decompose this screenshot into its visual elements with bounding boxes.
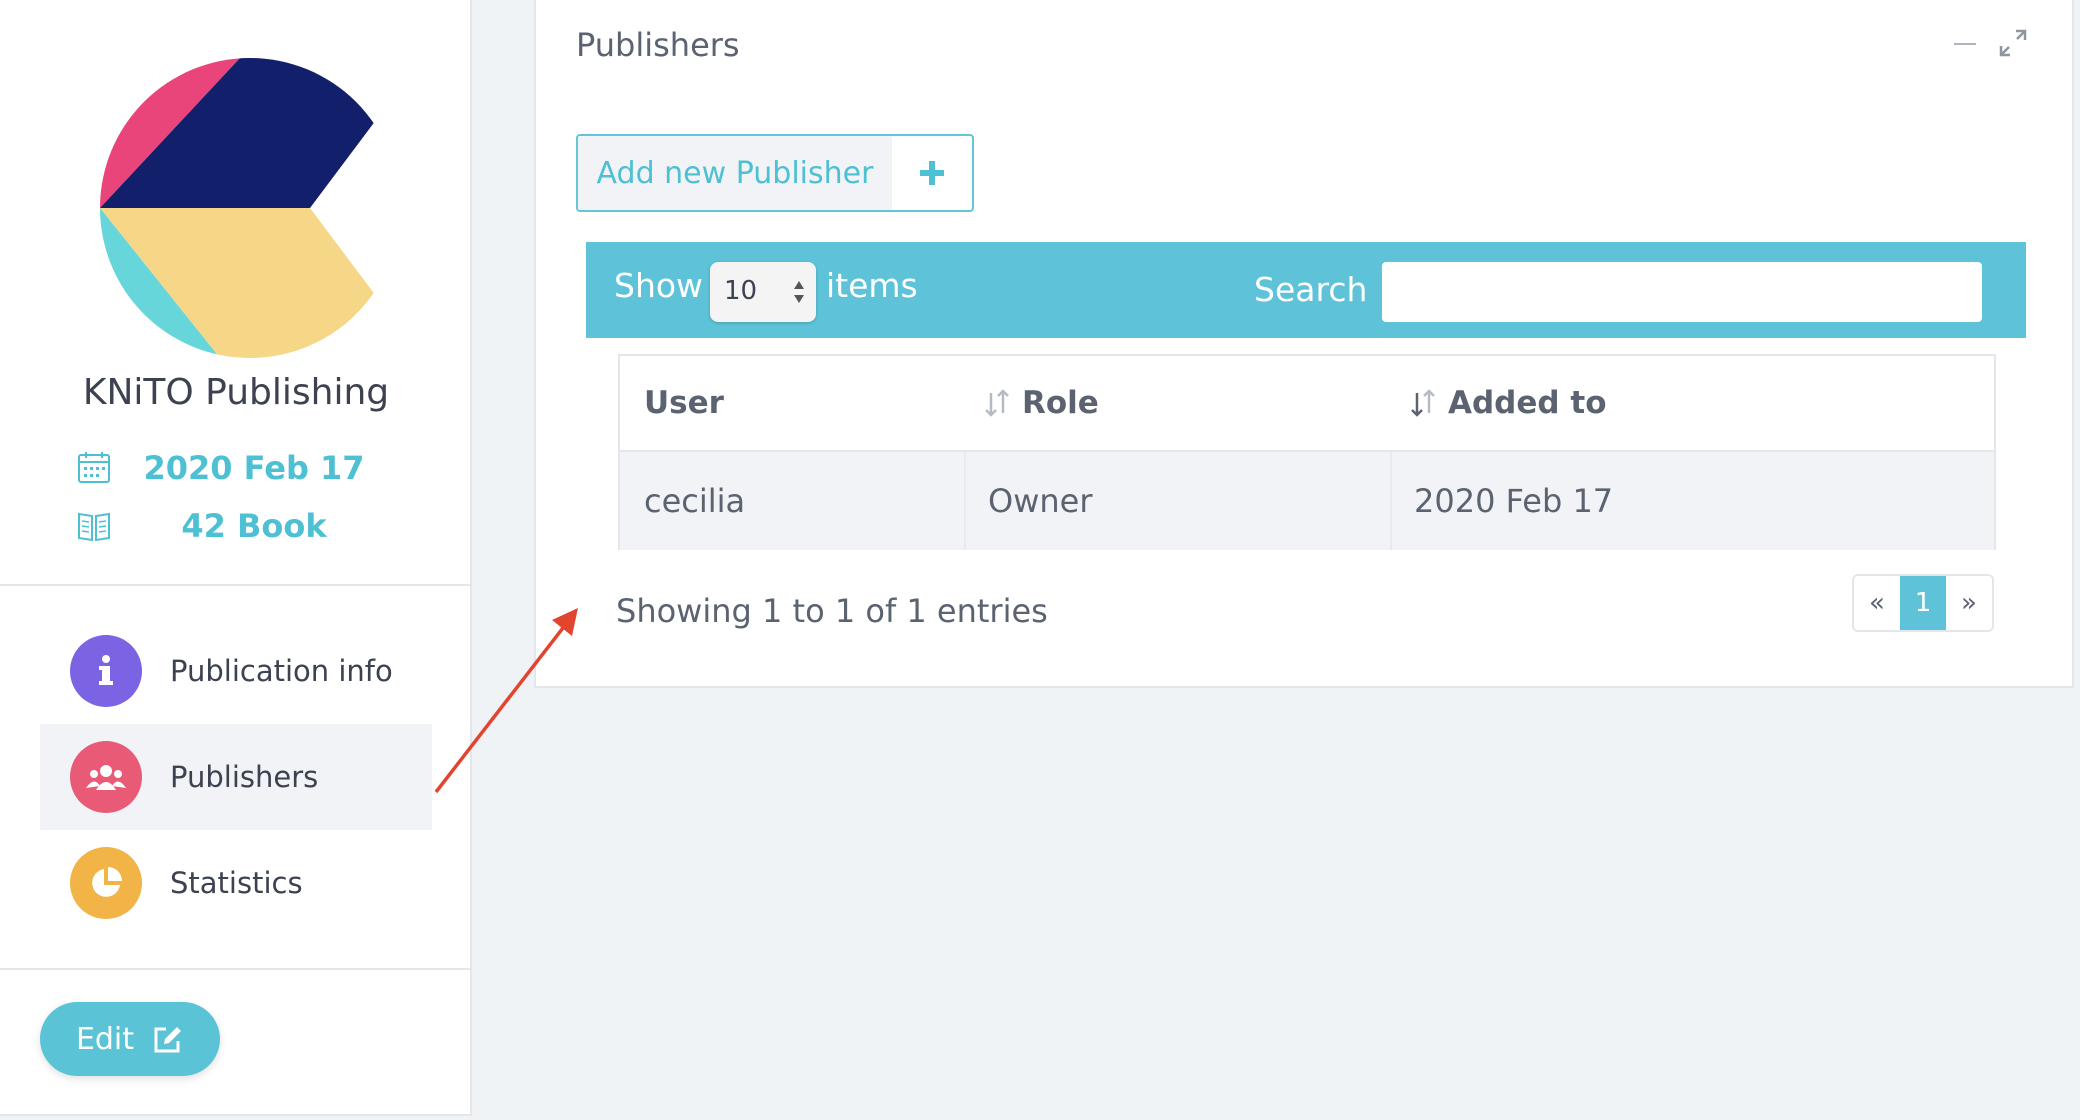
minimize-icon[interactable] <box>1950 28 1980 58</box>
panel-title: Publishers <box>576 26 740 64</box>
table-toolbar: Show 10 items Search <box>586 242 2026 338</box>
sidebar-item-statistics[interactable]: Statistics <box>40 830 432 936</box>
edit-label: Edit <box>75 1021 135 1057</box>
cell-user: cecilia <box>644 482 746 520</box>
column-header-added-to[interactable]: Added to <box>1408 356 1607 450</box>
publisher-name: KNiTO Publishing <box>82 372 390 413</box>
book-count-row: 42 Book <box>76 502 436 550</box>
expand-icon[interactable] <box>1998 28 2028 58</box>
header-label: Added to <box>1448 385 1607 421</box>
plus-icon <box>892 136 972 210</box>
header-label: Role <box>1022 385 1099 421</box>
column-header-role[interactable]: Role <box>982 356 1099 450</box>
pagination: « 1 » <box>1852 574 1994 632</box>
add-publisher-button[interactable]: Add new Publisher <box>576 134 974 212</box>
search-label: Search <box>1254 270 1368 309</box>
sidebar-divider <box>0 584 472 586</box>
entries-info: Showing 1 to 1 of 1 entries <box>616 592 1048 630</box>
users-icon <box>70 741 142 813</box>
column-separator <box>964 452 966 550</box>
sidebar-item-publishers[interactable]: Publishers <box>40 724 432 830</box>
column-separator <box>1390 452 1392 550</box>
add-publisher-label: Add new Publisher <box>578 136 892 210</box>
sidebar-item-label: Statistics <box>170 866 303 900</box>
prev-page-button[interactable]: « <box>1854 576 1900 630</box>
pie-chart-icon <box>70 847 142 919</box>
sidebar-item-label: Publication info <box>170 654 393 688</box>
show-label: Show <box>614 266 704 305</box>
sort-desc-icon <box>1411 389 1435 417</box>
created-date-row: 2020 Feb 17 <box>76 444 436 492</box>
next-page-button[interactable]: » <box>1946 576 1992 630</box>
publisher-sidebar: KNiTO Publishing 2020 Feb 17 42 Book Pub… <box>0 0 472 1116</box>
cell-added-to: 2020 Feb 17 <box>1414 482 1614 520</box>
book-count: 42 Book <box>181 507 327 545</box>
select-arrows-icon <box>794 281 804 303</box>
column-header-user[interactable]: User <box>644 356 724 450</box>
search-input[interactable] <box>1382 262 1982 322</box>
page-size-value: 10 <box>724 276 758 306</box>
header-label: User <box>644 385 724 421</box>
sort-icon <box>985 389 1009 417</box>
info-icon <box>70 635 142 707</box>
cell-role: Owner <box>988 482 1093 520</box>
sidebar-item-label: Publishers <box>170 760 319 794</box>
publishers-panel: Publishers Add new Publisher Show 10 ite… <box>534 0 2074 688</box>
table-row[interactable]: cecilia Owner 2020 Feb 17 <box>620 452 1994 550</box>
created-date: 2020 Feb 17 <box>143 449 365 487</box>
book-icon <box>78 512 110 542</box>
page-size-select[interactable]: 10 <box>710 262 816 322</box>
sidebar-divider <box>0 968 472 970</box>
publishers-table: User Role Added to cecilia Owner 2020 Fe… <box>618 354 1996 550</box>
sidebar-item-publication-info[interactable]: Publication info <box>40 618 432 724</box>
items-label: items <box>826 266 918 305</box>
edit-button[interactable]: Edit <box>40 1002 220 1076</box>
calendar-icon <box>78 452 110 483</box>
table-header: User Role Added to <box>620 356 1994 452</box>
page-1-button[interactable]: 1 <box>1900 576 1946 630</box>
publisher-logo <box>100 58 400 358</box>
edit-icon <box>154 1027 182 1053</box>
